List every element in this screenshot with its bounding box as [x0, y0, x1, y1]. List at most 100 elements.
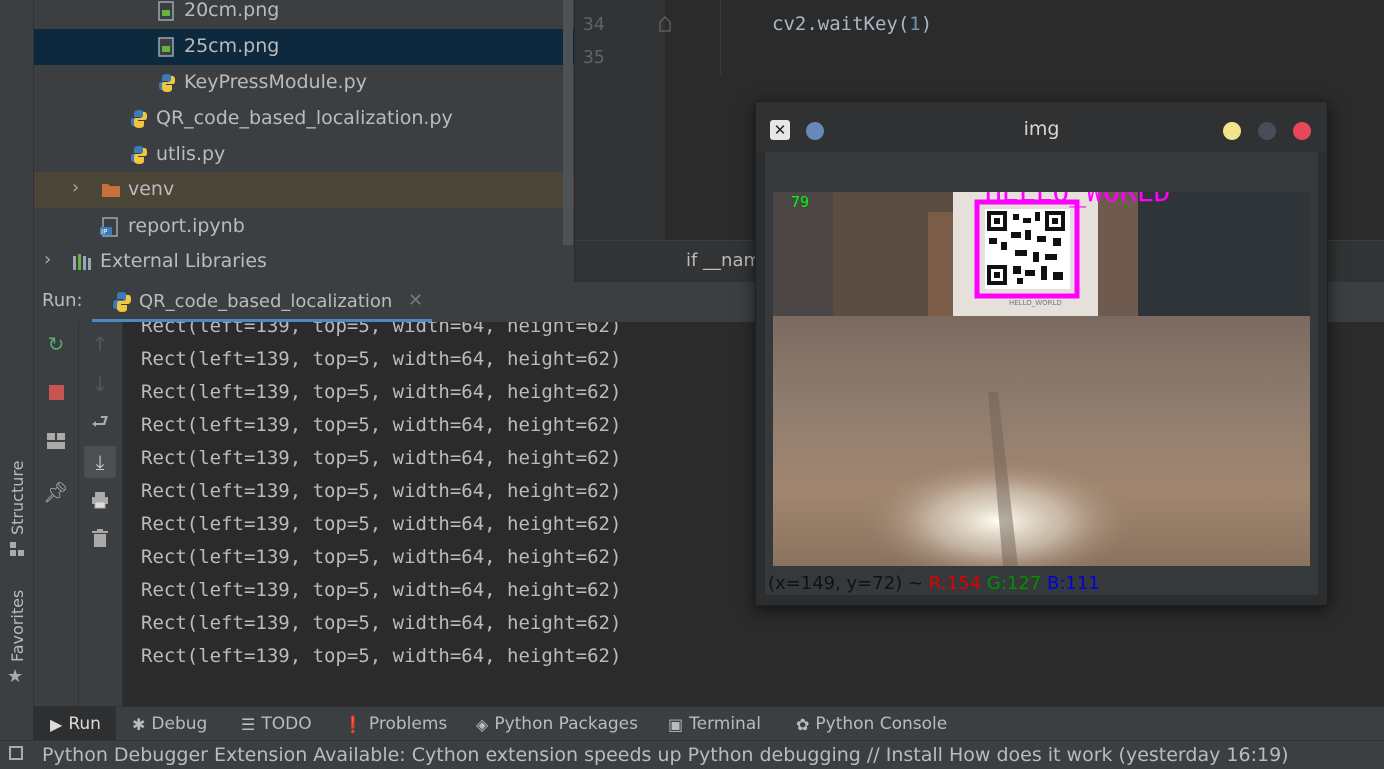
chevron-right-icon[interactable]: ›	[44, 249, 51, 270]
trash-icon	[92, 528, 108, 552]
overlay-label: HELLO_WORLD	[985, 192, 1170, 209]
tab-label: Terminal	[689, 714, 761, 734]
list-icon: ☰	[241, 714, 256, 734]
left-tool-strip: Structure ★ Favorites	[0, 0, 34, 740]
structure-icon	[10, 541, 24, 556]
favorites-tool-tab[interactable]: ★ Favorites	[0, 590, 33, 690]
print-button[interactable]	[86, 488, 114, 516]
tree-item-keypressmodule-py[interactable]: KeyPressModule.py	[34, 65, 574, 101]
arrow-up-icon: ↑	[91, 332, 109, 356]
img-window[interactable]: ✕ img HELLO_WORLD 79 (x=149, y=72) ~ R:1…	[755, 101, 1328, 606]
tab-run[interactable]: ▶ Run	[34, 707, 116, 741]
tab-label: Debug	[151, 714, 208, 734]
tree-item-25cm-png[interactable]: 25cm.png	[34, 29, 574, 65]
tree-item-venv[interactable]: › venv	[34, 172, 574, 208]
print-icon	[91, 490, 109, 514]
tree-item-label: External Libraries	[100, 250, 267, 272]
console-line: Rect(left=139, top=5, width=64, height=6…	[141, 414, 622, 436]
rerun-button[interactable]: ↻	[42, 330, 70, 358]
tab-problems[interactable]: ❗ Problems	[343, 707, 447, 741]
scroll-up-button[interactable]: ↑	[86, 330, 114, 358]
scroll-down-button[interactable]: ↓	[86, 370, 114, 398]
camera-frame[interactable]: HELLO_WORLD HELLO_WORLD 79	[773, 192, 1310, 566]
close-tab-icon[interactable]: ✕	[408, 290, 423, 311]
clear-button[interactable]	[86, 526, 114, 554]
img-window-title: img	[1023, 118, 1060, 140]
qr-caption: HELLO_WORLD	[1009, 299, 1062, 307]
tree-item-20cm-png[interactable]: 20cm.png	[34, 0, 574, 29]
tab-label: TODO	[261, 714, 312, 734]
run-label: Run:	[42, 290, 83, 311]
pin-button[interactable]: 📌︎	[42, 478, 70, 506]
minimize-dot[interactable]	[1223, 122, 1241, 140]
pin-icon: 📌︎	[43, 480, 69, 504]
tree-item-utlis-py[interactable]: utlis.py	[34, 137, 574, 173]
tab-label: Problems	[368, 714, 448, 734]
chevron-right-icon[interactable]: ›	[72, 177, 79, 198]
breadcrumb[interactable]: if __nam	[686, 250, 761, 271]
stop-icon	[48, 384, 64, 400]
soft-wrap-button[interactable]: ⮐	[86, 409, 114, 438]
layout-button[interactable]	[42, 428, 70, 456]
line-number: 34	[583, 14, 605, 35]
soft-wrap-icon: ⮐	[91, 409, 109, 433]
tab-python-console[interactable]: ✿ Python Console	[796, 707, 947, 741]
library-icon	[72, 252, 91, 272]
console-line: Rect(left=139, top=5, width=64, height=6…	[141, 348, 622, 370]
console-line: Rect(left=139, top=5, width=64, height=6…	[141, 513, 622, 535]
console-line: Rect(left=139, top=5, width=64, height=6…	[141, 546, 622, 568]
run-toolbar-primary: ↻ 📌︎	[34, 322, 79, 706]
fold-marker-icon[interactable]	[659, 16, 671, 32]
tab-label: Python Console	[815, 714, 948, 734]
tree-item-qr-code-based-localization-py[interactable]: QR_code_based_localization.py	[34, 101, 574, 137]
img-window-titlebar[interactable]: ✕ img	[756, 102, 1327, 152]
maximize-dot[interactable]	[1258, 122, 1276, 140]
tree-item-label: 25cm.png	[184, 35, 280, 57]
console-line: Rect(left=139, top=5, width=64, height=6…	[141, 645, 622, 667]
tab-python-packages[interactable]: ◈ Python Packages	[476, 707, 638, 741]
toggle-tool-windows-icon[interactable]	[9, 746, 23, 760]
status-bar: Python Debugger Extension Available: Cyt…	[0, 740, 1384, 769]
terminal-icon: ▣	[668, 714, 684, 734]
fps-overlay: 79	[791, 193, 809, 211]
tree-item-label: report.ipynb	[128, 215, 245, 237]
favorites-label: Favorites	[8, 589, 27, 662]
status-message[interactable]: Python Debugger Extension Available: Cyt…	[42, 744, 1289, 766]
image-file-icon	[158, 1, 176, 21]
star-icon: ★	[7, 666, 24, 687]
folder-icon	[101, 181, 120, 201]
layers-icon: ◈	[476, 714, 489, 734]
structure-tool-tab[interactable]: Structure	[0, 455, 33, 560]
tab-todo[interactable]: ☰ TODO	[241, 707, 312, 741]
rerun-icon: ↻	[47, 332, 65, 356]
camera-image: HELLO_WORLD HELLO_WORLD 79	[773, 192, 1310, 566]
tab-debug[interactable]: ✱ Debug	[132, 707, 207, 741]
pixel-r: R:154	[928, 573, 982, 594]
scroll-to-end-icon: ⤓	[95, 450, 105, 474]
project-tree: 20cm.png 25cm.png KeyPressModule.py QR_c…	[34, 0, 574, 282]
code-text: )	[920, 13, 933, 35]
tab-terminal[interactable]: ▣ Terminal	[668, 707, 761, 741]
tree-item-external-libraries[interactable]: › External Libraries	[34, 244, 574, 280]
stop-button[interactable]	[42, 378, 70, 406]
tab-label: Python Packages	[494, 714, 638, 734]
tree-item-report-ipynb[interactable]: IP report.ipynb	[34, 209, 574, 245]
arrow-down-icon: ↓	[91, 372, 109, 396]
tree-item-label: KeyPressModule.py	[184, 71, 367, 93]
run-tab-label: QR_code_based_localization	[139, 291, 393, 312]
run-toolbar-secondary: ↑ ↓ ⮐ ⤓	[79, 322, 123, 706]
python-file-icon	[130, 145, 148, 165]
console-line: Rect(left=139, top=5, width=64, height=6…	[141, 381, 622, 403]
scroll-to-end-button[interactable]: ⤓	[84, 446, 116, 478]
tab-label: Run	[68, 714, 101, 734]
tree-item-label: 20cm.png	[184, 0, 280, 21]
close-dot[interactable]	[1293, 122, 1311, 140]
editor-gutter: 34 35	[575, 0, 671, 240]
tree-scrollbar[interactable]	[563, 0, 573, 245]
code-number: 1	[909, 13, 921, 35]
python-file-icon	[130, 109, 148, 129]
python-file-icon	[158, 73, 176, 93]
code-text: cv2.waitKey(	[772, 13, 910, 35]
python-icon	[112, 291, 132, 317]
run-config-tab[interactable]: QR_code_based_localization ✕	[92, 282, 432, 322]
